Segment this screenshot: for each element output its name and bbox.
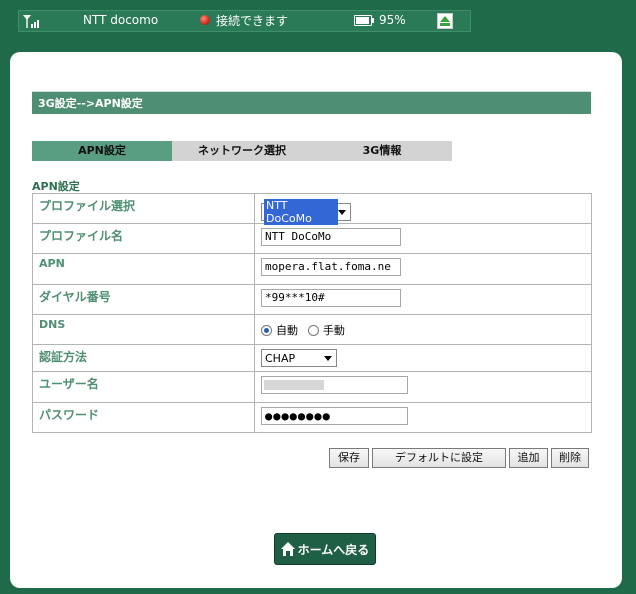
connection-status: 接続できます [216, 14, 289, 28]
radio-unselected-icon [307, 324, 319, 336]
auth-method-label: 認証方法 [32, 344, 255, 372]
auth-method-value: CHAP [265, 351, 296, 365]
auth-method-select[interactable]: CHAP [261, 349, 337, 367]
chevron-down-icon [338, 209, 346, 215]
tab-network-selection[interactable]: ネットワーク選択 [172, 141, 312, 161]
dial-number-input[interactable]: *99***10# [261, 289, 401, 307]
connection-status-icon [200, 15, 210, 25]
form-row: プロファイル選択 NTT DoCoMo [32, 193, 592, 225]
profile-select-cell: NTT DoCoMo [254, 193, 592, 225]
battery-percent: 95% [379, 13, 406, 27]
battery-level-fill [356, 17, 369, 24]
form-row: APN mopera.flat.foma.ne [32, 253, 592, 285]
dial-number-label: ダイヤル番号 [32, 284, 255, 315]
form-row: プロファイル名 NTT DoCoMo [32, 223, 592, 254]
profile-select-dropdown[interactable]: NTT DoCoMo [261, 199, 351, 225]
home-button[interactable]: ホームへ戻る [274, 533, 376, 565]
dns-auto-label: 自動 [276, 324, 298, 337]
tab-bar: APN設定 ネットワーク選択 3G情報 [32, 141, 452, 161]
profile-select-label: プロファイル選択 [32, 193, 255, 224]
dns-label: DNS [32, 314, 255, 345]
save-button[interactable]: 保存 [329, 448, 369, 468]
profile-name-label: プロファイル名 [32, 223, 255, 254]
delete-button[interactable]: 削除 [551, 448, 589, 468]
form-row: DNS 自動 手動 [32, 314, 592, 345]
profile-name-input[interactable]: NTT DoCoMo [261, 228, 401, 246]
tab-apn-settings[interactable]: APN設定 [32, 141, 172, 161]
profile-select-value: NTT DoCoMo [264, 199, 338, 225]
apn-input[interactable]: mopera.flat.foma.ne [261, 258, 401, 276]
apn-form: プロファイル選択 NTT DoCoMo プロファイル名 NTT DoCoMo A… [32, 193, 592, 433]
status-bar: NTT docomo 接続できます 95% [18, 10, 471, 32]
username-input[interactable] [261, 376, 408, 394]
carrier-name: NTT docomo [83, 13, 159, 27]
battery-icon [354, 15, 374, 26]
home-button-label: ホームへ戻る [297, 542, 370, 557]
radio-selected-icon [261, 324, 272, 336]
chevron-down-icon [324, 355, 332, 361]
form-row: パスワード ●●●●●●●● [32, 402, 592, 433]
form-row: ユーザー名 [32, 371, 592, 403]
main-panel: 3G設定-->APN設定 APN設定 ネットワーク選択 3G情報 APN設定 プ… [10, 52, 622, 588]
tab-3g-info[interactable]: 3G情報 [312, 141, 452, 161]
form-row: 認証方法 CHAP [32, 344, 592, 372]
home-icon [280, 542, 295, 556]
section-title: APN設定 [32, 180, 80, 193]
form-row: ダイヤル番号 *99***10# [32, 284, 592, 315]
action-buttons: 保存 デフォルトに設定 追加 削除 [329, 448, 589, 468]
dns-auto-radio[interactable]: 自動 [261, 322, 298, 338]
dns-manual-radio[interactable]: 手動 [307, 322, 345, 338]
signal-bars-icon [23, 15, 39, 28]
add-button[interactable]: 追加 [509, 448, 548, 468]
password-label: パスワード [32, 402, 255, 433]
breadcrumb: 3G設定-->APN設定 [32, 91, 591, 114]
password-input[interactable]: ●●●●●●●● [261, 407, 408, 425]
apn-label: APN [32, 253, 255, 285]
dns-manual-label: 手動 [322, 324, 345, 337]
username-label: ユーザー名 [32, 371, 255, 403]
redacted-value [264, 380, 324, 390]
set-default-button[interactable]: デフォルトに設定 [372, 448, 506, 468]
update-arrow-icon[interactable] [437, 13, 453, 29]
